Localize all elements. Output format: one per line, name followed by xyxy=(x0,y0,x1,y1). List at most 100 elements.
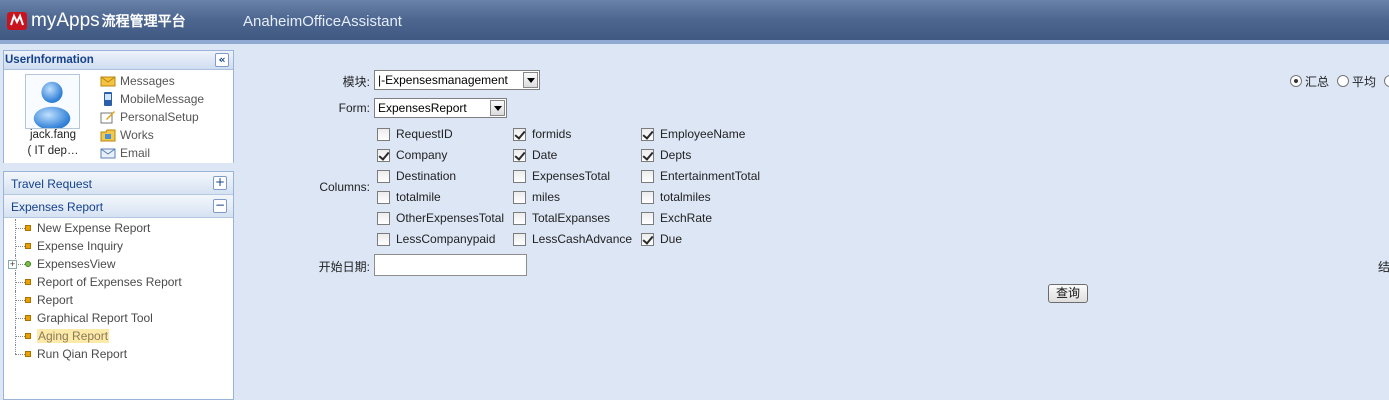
logo-icon xyxy=(7,12,27,30)
personal-setup-link[interactable]: PersonalSetup xyxy=(100,108,204,126)
checkbox[interactable] xyxy=(377,211,390,225)
user-info-header: UserInformation « xyxy=(4,51,233,70)
column-checkbox-company[interactable]: Company xyxy=(377,146,447,164)
tree-item-report[interactable]: Report xyxy=(4,291,233,309)
tree-item-report-of-expenses-report[interactable]: Report of Expenses Report xyxy=(4,273,233,291)
column-checkbox-entertainmenttotal[interactable]: EntertainmentTotal xyxy=(641,167,760,185)
email-label: Email xyxy=(120,146,151,160)
chevron-down-icon[interactable] xyxy=(490,100,505,116)
column-checkbox-due[interactable]: Due xyxy=(641,230,682,248)
column-checkbox-totalmile[interactable]: totalmile xyxy=(377,188,441,206)
messages-link[interactable]: Messages xyxy=(100,72,204,90)
page-icon xyxy=(25,279,31,285)
column-checkbox-lesscompanypaid[interactable]: LessCompanypaid xyxy=(377,230,495,248)
works-label: Works xyxy=(120,128,154,142)
works-link[interactable]: Works xyxy=(100,126,204,144)
column-checkbox-expensestotal[interactable]: ExpensesTotal xyxy=(513,167,610,185)
tree-connector xyxy=(15,345,16,354)
radio-button[interactable] xyxy=(1290,75,1302,87)
tree-item-aging-report[interactable]: Aging Report xyxy=(4,327,233,345)
checkbox[interactable] xyxy=(377,148,390,162)
tree-item-graphical-report-tool[interactable]: Graphical Report Tool xyxy=(4,309,233,327)
column-checkbox-employeename[interactable]: EmployeeName xyxy=(641,125,745,143)
radio-partial[interactable] xyxy=(1384,73,1389,89)
checkbox[interactable] xyxy=(377,169,390,183)
checkbox-label: ExchRate xyxy=(660,211,713,225)
column-checkbox-exchrate[interactable]: ExchRate xyxy=(641,209,712,227)
form-label: Form: xyxy=(338,101,370,115)
radio-average[interactable]: 平均 xyxy=(1337,73,1376,89)
envelope-icon xyxy=(100,76,116,87)
user-department: ( IT dep… xyxy=(27,145,79,157)
tree-item-expenses-view[interactable]: + ExpensesView xyxy=(4,255,233,273)
mobile-icon xyxy=(104,92,112,106)
email-link[interactable]: Email xyxy=(100,144,204,162)
tree-item-label: Run Qian Report xyxy=(37,347,128,361)
column-checkbox-formids[interactable]: formids xyxy=(513,125,571,143)
form-select[interactable]: ExpensesReport xyxy=(374,98,507,118)
start-date-label: 开始日期: xyxy=(318,260,370,274)
checkbox[interactable] xyxy=(377,127,390,141)
checkbox[interactable] xyxy=(513,148,526,162)
query-button[interactable]: 查询 xyxy=(1048,284,1088,303)
mobile-message-link[interactable]: MobileMessage xyxy=(100,90,204,108)
app-title: AnaheimOfficeAssistant xyxy=(243,13,402,30)
column-checkbox-totalexpanses[interactable]: TotalExpanses xyxy=(513,209,610,227)
start-date-input[interactable] xyxy=(374,254,527,276)
radio-button[interactable] xyxy=(1337,75,1349,87)
checkbox[interactable] xyxy=(641,232,654,246)
expenses-tree: New Expense Report Expense Inquiry + Exp… xyxy=(4,218,233,363)
column-checkbox-destination[interactable]: Destination xyxy=(377,167,456,185)
checkbox[interactable] xyxy=(641,211,654,225)
tree-item-run-qian-report[interactable]: Run Qian Report xyxy=(4,345,233,363)
checkbox-label: Depts xyxy=(660,148,692,162)
checkbox[interactable] xyxy=(641,148,654,162)
column-checkbox-date[interactable]: Date xyxy=(513,146,557,164)
checkbox[interactable] xyxy=(513,169,526,183)
quick-links: Messages MobileMessage PersonalSetup Wor… xyxy=(100,72,204,162)
checkbox[interactable] xyxy=(513,190,526,204)
tree-item-label: Expense Inquiry xyxy=(37,239,124,253)
module-select[interactable]: |-Expensesmanagement xyxy=(374,70,540,90)
section-travel-request[interactable]: Travel Request + xyxy=(4,172,233,195)
checkbox[interactable] xyxy=(377,190,390,204)
chevron-down-icon[interactable] xyxy=(523,72,538,88)
top-header: myApps 流程管理平台 AnaheimOfficeAssistant xyxy=(0,0,1389,44)
checkbox[interactable] xyxy=(641,169,654,183)
column-checkbox-lesscashadvance[interactable]: LessCashAdvance xyxy=(513,230,632,248)
column-checkbox-otherexpensestotal[interactable]: OtherExpensesTotal xyxy=(377,209,504,227)
page-icon xyxy=(25,333,31,339)
collapse-panel-button[interactable]: « xyxy=(215,53,229,67)
checkbox[interactable] xyxy=(641,190,654,204)
expand-node-icon[interactable]: + xyxy=(8,260,17,269)
tree-item-new-expense-report[interactable]: New Expense Report xyxy=(4,219,233,237)
page-icon xyxy=(25,315,31,321)
collapse-button[interactable]: − xyxy=(213,199,227,213)
column-checkbox-depts[interactable]: Depts xyxy=(641,146,691,164)
column-checkbox-totalmiles[interactable]: totalmiles xyxy=(641,188,711,206)
user-avatar-icon xyxy=(33,81,71,130)
column-checkbox-miles[interactable]: miles xyxy=(513,188,560,206)
checkbox-label: Destination xyxy=(396,169,457,183)
expand-button[interactable]: + xyxy=(213,176,227,190)
checkbox[interactable] xyxy=(513,127,526,141)
tree-item-expense-inquiry[interactable]: Expense Inquiry xyxy=(4,237,233,255)
radio-summary[interactable]: 汇总 xyxy=(1290,73,1329,89)
radio-label: 汇总 xyxy=(1305,74,1330,89)
tree-item-label: New Expense Report xyxy=(37,221,151,235)
section-label: Expenses Report xyxy=(11,200,104,214)
tree-connector xyxy=(15,282,25,283)
checkbox[interactable] xyxy=(377,232,390,246)
user-info-panel: UserInformation « jack.fang ( IT dep… Me… xyxy=(3,50,234,163)
section-expenses-report[interactable]: Expenses Report − xyxy=(4,195,233,218)
radio-button[interactable] xyxy=(1384,75,1389,87)
checkbox[interactable] xyxy=(513,232,526,246)
module-select-value: |-Expensesmanagement xyxy=(378,73,508,87)
checkbox-label: LessCashAdvance xyxy=(532,232,633,246)
column-checkbox-requestid[interactable]: RequestID xyxy=(377,125,453,143)
end-date-label: 结 xyxy=(1378,260,1389,274)
checkbox[interactable] xyxy=(513,211,526,225)
brand: myApps 流程管理平台 xyxy=(0,4,200,38)
edit-icon xyxy=(100,111,115,124)
checkbox[interactable] xyxy=(641,127,654,141)
